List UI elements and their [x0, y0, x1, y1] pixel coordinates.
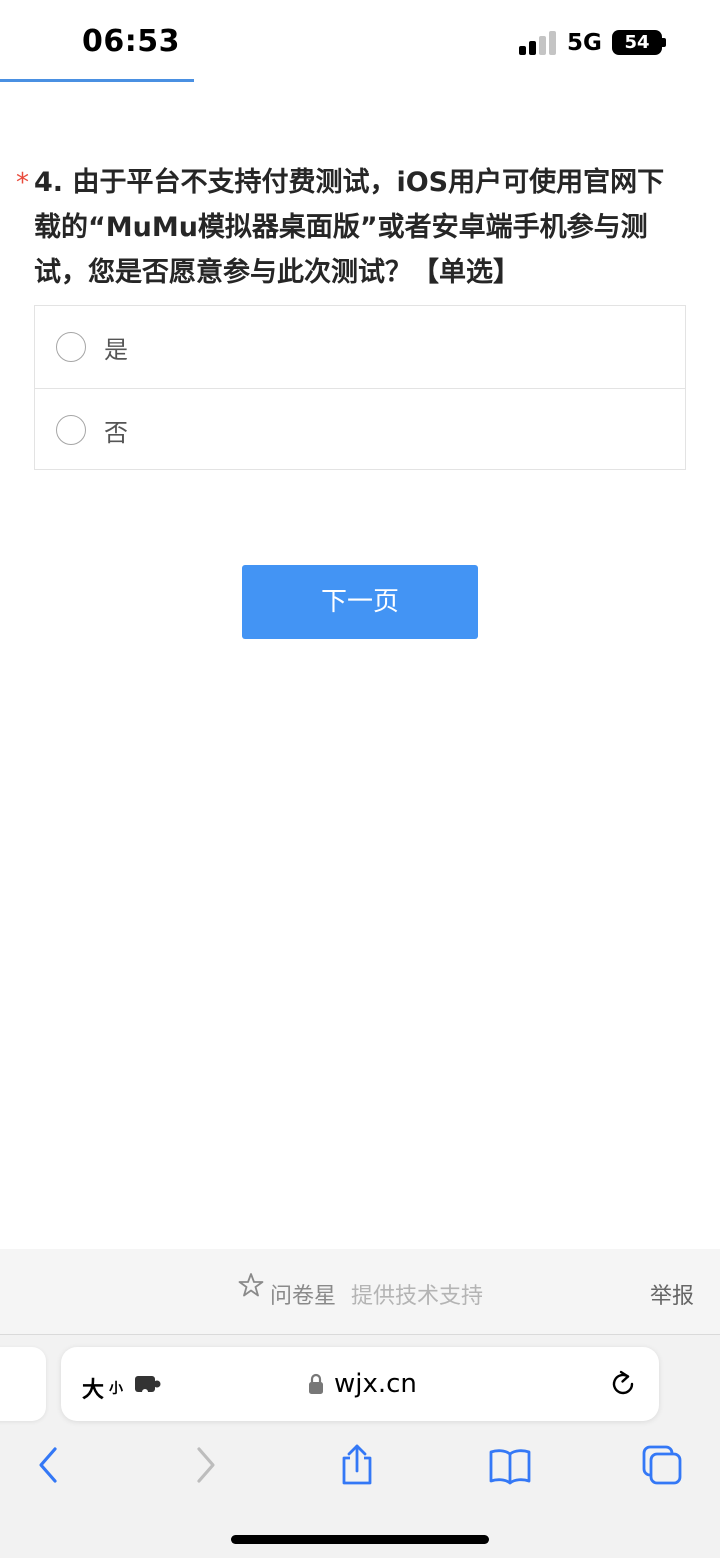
url-text[interactable]: wjx.cn	[334, 1369, 417, 1399]
tabs-icon[interactable]	[640, 1443, 684, 1487]
network-type: 5G	[567, 30, 602, 56]
option-yes[interactable]: 是	[35, 306, 685, 388]
text-size-label-small[interactable]: 小	[109, 1378, 123, 1398]
back-icon[interactable]	[27, 1443, 71, 1487]
next-page-button[interactable]: 下一页	[242, 565, 478, 639]
lock-icon	[309, 1373, 323, 1394]
previous-tab-card[interactable]	[0, 1347, 46, 1421]
radio-button-yes[interactable]	[56, 332, 86, 362]
reload-icon[interactable]	[608, 1369, 638, 1399]
battery-icon: 54	[612, 30, 662, 55]
question-title: 4. 由于平台不支持付费测试，iOS用户可使用官网下载的“MuMu模拟器桌面版”…	[34, 167, 665, 288]
text-size-label-big[interactable]: 大	[82, 1372, 104, 1404]
battery-tip	[662, 38, 666, 47]
bookmarks-icon[interactable]	[488, 1443, 532, 1487]
survey-progress-fill	[0, 79, 195, 82]
address-bar[interactable]: 大 小 wjx.cn	[61, 1347, 659, 1421]
required-mark: *	[16, 168, 29, 198]
footer: 问卷星 提供技术支持 举报	[0, 1249, 720, 1335]
options-group: 是 否	[34, 305, 686, 470]
cellular-signal-icon	[519, 31, 557, 55]
share-icon[interactable]	[335, 1443, 379, 1487]
extension-icon[interactable]	[134, 1374, 162, 1394]
option-label: 否	[104, 419, 128, 447]
footer-brand[interactable]: 问卷星	[270, 1278, 336, 1310]
status-bar: 06:53 5G 54	[0, 0, 720, 82]
forward-icon[interactable]	[183, 1443, 227, 1487]
option-label: 是	[104, 336, 128, 364]
survey-progress-bar	[0, 79, 720, 82]
star-icon	[238, 1273, 264, 1297]
footer-tagline: 提供技术支持	[351, 1284, 484, 1309]
status-time: 06:53	[82, 24, 180, 59]
option-no[interactable]: 否	[35, 388, 685, 470]
home-indicator	[231, 1535, 489, 1544]
radio-button-no[interactable]	[56, 415, 86, 445]
browser-chrome: 大 小 wjx.cn	[0, 1335, 720, 1558]
report-link[interactable]: 举报	[650, 1278, 694, 1310]
